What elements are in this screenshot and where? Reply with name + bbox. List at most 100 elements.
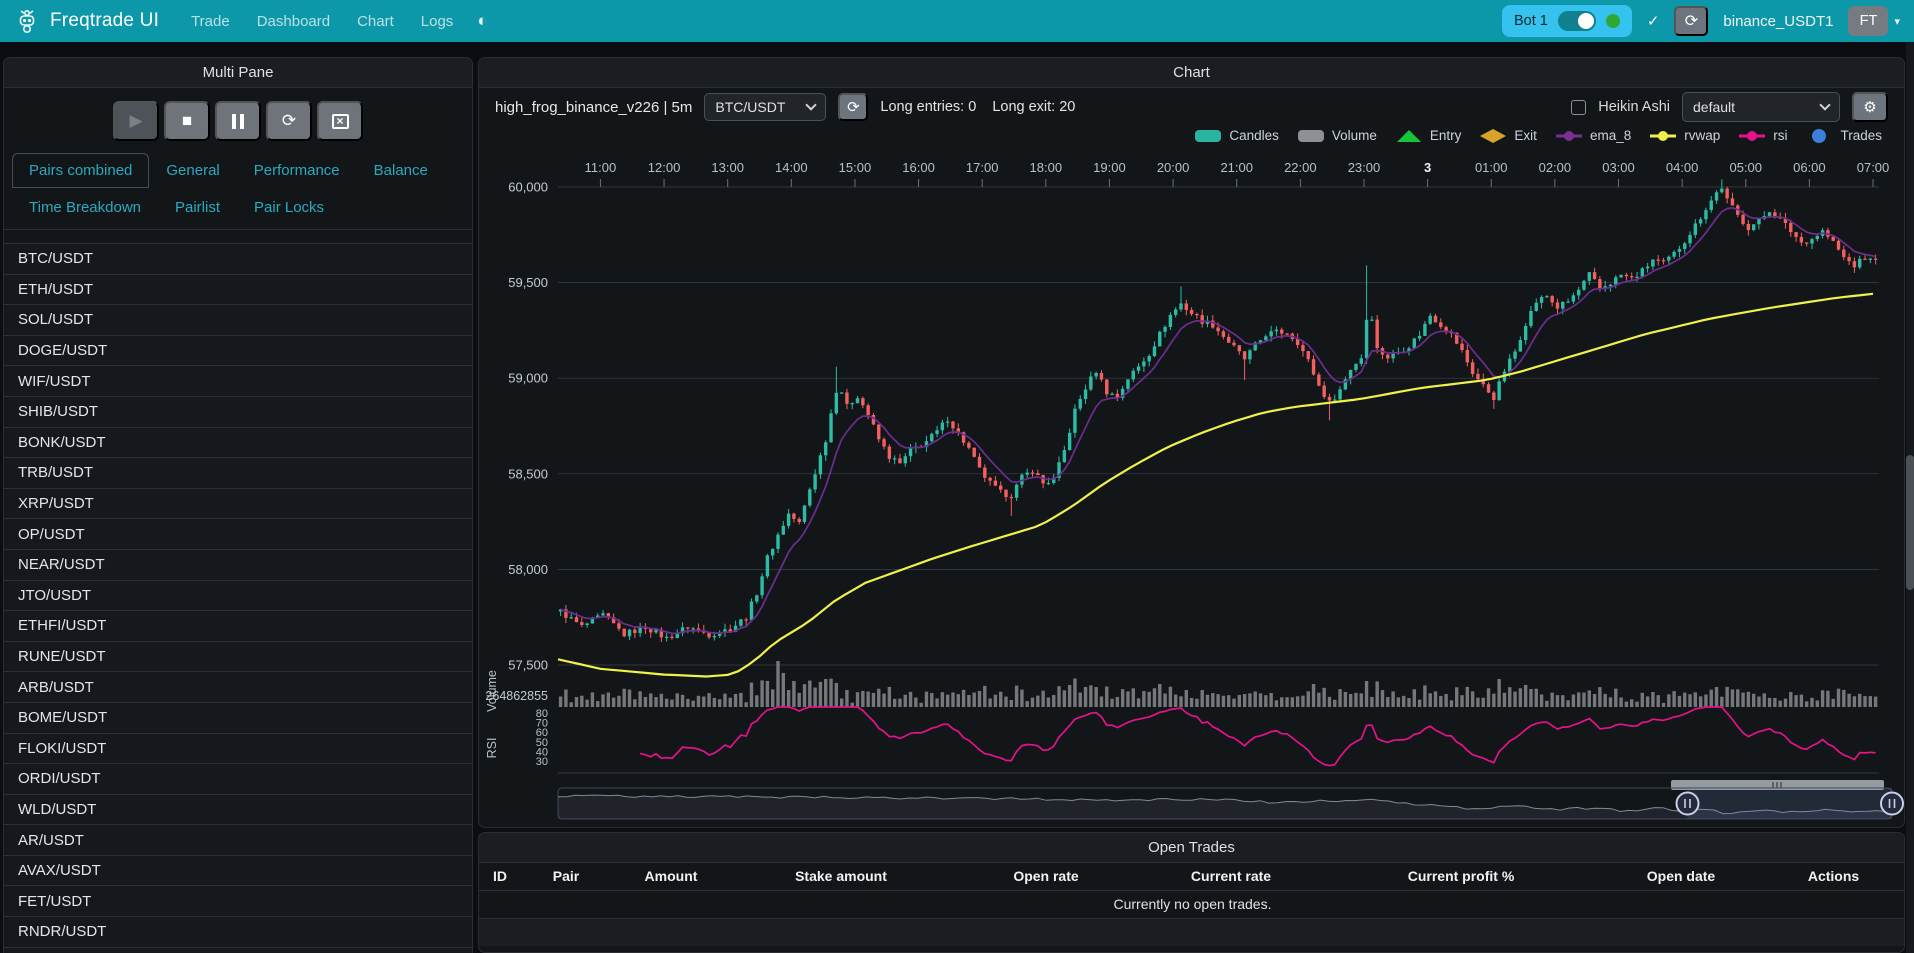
volume-bar [1699, 696, 1702, 707]
candle-body [866, 405, 869, 415]
pair-list-item[interactable]: ORDI/USDT [4, 764, 472, 795]
volume-bar [638, 691, 641, 707]
volume-bar [1084, 687, 1087, 707]
volume-bar [919, 703, 922, 707]
pair-list-item[interactable]: DOGE/USDT [4, 336, 472, 367]
nav-link-chart[interactable]: Chart [357, 13, 394, 30]
pair-list-item[interactable]: ETH/USDT [4, 275, 472, 306]
pair-select[interactable]: BTC/USDT [704, 93, 826, 121]
legend-item-ema_8[interactable]: ema_8 [1555, 128, 1631, 143]
table-row: Currently no open trades. [479, 890, 1905, 918]
tab-pairs-combined[interactable]: Pairs combined [12, 153, 149, 188]
legend-item-rvwap[interactable]: rvwap [1649, 128, 1720, 143]
pair-list-item[interactable]: RNDR/USDT [4, 917, 472, 948]
pair-list-item[interactable]: DOT/USDT [4, 948, 472, 953]
volume-bar [617, 696, 620, 707]
volume-bar [750, 683, 753, 707]
pair-list-item[interactable]: JTO/USDT [4, 581, 472, 612]
pair-list-item[interactable]: BTC/USDT [4, 244, 472, 275]
volume-bar [1068, 685, 1071, 707]
nav-link-trade[interactable]: Trade [191, 13, 230, 30]
volume-bar [1201, 690, 1204, 707]
user-menu-button[interactable]: FT ▾ [1848, 6, 1900, 36]
volume-bar [1322, 688, 1325, 707]
col-header-current-profit--[interactable]: Current profit % [1321, 863, 1601, 890]
bot-selector-pill[interactable]: Bot 1 [1502, 5, 1632, 37]
volume-bar [840, 698, 843, 707]
candle-body [882, 439, 885, 446]
col-header-id[interactable]: ID [479, 863, 521, 890]
plot-config-select[interactable]: default [1682, 92, 1840, 122]
tab-balance[interactable]: Balance [357, 153, 445, 188]
nav-link-dashboard[interactable]: Dashboard [257, 13, 330, 30]
candle-body [999, 486, 1002, 490]
volume-bar [1603, 694, 1606, 707]
tab-general[interactable]: General [149, 153, 236, 188]
nav-link-logs[interactable]: Logs [421, 13, 454, 30]
play-button[interactable]: ▶ [113, 101, 159, 141]
volume-bar [1784, 699, 1787, 707]
col-header-amount[interactable]: Amount [611, 863, 731, 890]
pair-list-item[interactable]: SOL/USDT [4, 305, 472, 336]
pair-list-item[interactable]: AVAX/USDT [4, 856, 472, 887]
pair-list-item[interactable]: WLD/USDT [4, 795, 472, 826]
bot-toggle-switch[interactable] [1558, 11, 1596, 31]
pair-list-item[interactable]: BOME/USDT [4, 703, 472, 734]
candle-body [1429, 316, 1432, 324]
pair-list-item[interactable]: WIF/USDT [4, 366, 472, 397]
candle-body [819, 455, 822, 474]
heikin-ashi-checkbox[interactable] [1571, 100, 1586, 115]
col-header-actions[interactable]: Actions [1761, 863, 1905, 890]
volume-bar [1004, 697, 1007, 707]
tab-time-breakdown[interactable]: Time Breakdown [12, 190, 158, 225]
pause-button[interactable] [215, 101, 261, 141]
legend-item-trades[interactable]: Trades [1805, 128, 1882, 143]
tab-pairlist[interactable]: Pairlist [158, 190, 237, 225]
candle-body [1264, 336, 1267, 340]
legend-item-candles[interactable]: Candles [1194, 128, 1279, 143]
theme-toggle-icon[interactable]: ◐ [477, 11, 487, 31]
reload-bot-button[interactable]: ⟳ [1674, 6, 1708, 36]
col-header-stake-amount[interactable]: Stake amount [731, 863, 951, 890]
navigator-left-handle[interactable] [1677, 793, 1699, 815]
volume-bar [1577, 692, 1580, 707]
time-axis-label: 20:00 [1157, 160, 1190, 175]
pair-list-item[interactable]: BONK/USDT [4, 428, 472, 459]
pair-list-item[interactable]: OP/USDT [4, 519, 472, 550]
scrollbar-thumb[interactable] [1906, 455, 1914, 590]
volume-bar [1137, 698, 1140, 707]
page-scrollbar[interactable] [1906, 42, 1914, 953]
pair-list-item[interactable]: FLOKI/USDT [4, 734, 472, 765]
volume-bar [1529, 689, 1532, 707]
tab-performance[interactable]: Performance [237, 153, 357, 188]
tab-pair-locks[interactable]: Pair Locks [237, 190, 341, 225]
col-header-current-rate[interactable]: Current rate [1141, 863, 1321, 890]
cancel-chart-button[interactable]: × [317, 101, 363, 141]
candlestick-chart[interactable]: 60,00059,50059,00058,50058,00057,50011:0… [479, 151, 1904, 827]
plot-settings-button[interactable]: ⚙ [1852, 92, 1888, 122]
pair-list-item[interactable]: NEAR/USDT [4, 550, 472, 581]
legend-item-entry[interactable]: Entry [1395, 128, 1462, 143]
col-header-open-date[interactable]: Open date [1601, 863, 1761, 890]
freqtrade-robot-logo [14, 8, 40, 34]
legend-item-rsi[interactable]: rsi [1738, 128, 1787, 143]
pair-list-item[interactable]: ARB/USDT [4, 672, 472, 703]
legend-item-exit[interactable]: Exit [1479, 128, 1537, 143]
pair-list-item[interactable]: ETHFI/USDT [4, 611, 472, 642]
col-header-pair[interactable]: Pair [521, 863, 611, 890]
pair-list-item[interactable]: AR/USDT [4, 825, 472, 856]
refresh-chart-button[interactable]: ⟳ [838, 93, 868, 121]
candle-body [972, 448, 975, 457]
pair-list-item[interactable]: SHIB/USDT [4, 397, 472, 428]
stop-button[interactable]: ■ [164, 101, 210, 141]
refresh-button[interactable]: ⟳ [266, 101, 312, 141]
pair-list-item[interactable]: RUNE/USDT [4, 642, 472, 673]
candle-body [1174, 309, 1177, 314]
candle-body [1195, 314, 1198, 315]
legend-item-volume[interactable]: Volume [1297, 128, 1377, 143]
navigator-right-handle[interactable] [1881, 793, 1903, 815]
col-header-open-rate[interactable]: Open rate [951, 863, 1141, 890]
pair-list-item[interactable]: TRB/USDT [4, 458, 472, 489]
pair-list-item[interactable]: XRP/USDT [4, 489, 472, 520]
pair-list-item[interactable]: FET/USDT [4, 886, 472, 917]
